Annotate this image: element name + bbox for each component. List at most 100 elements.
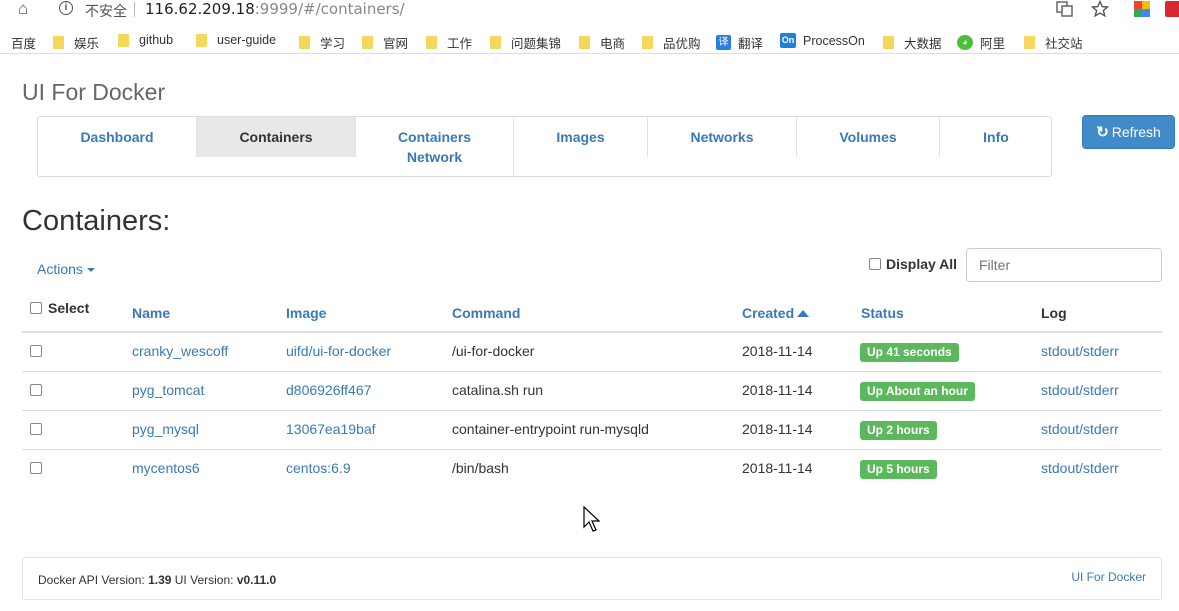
extension-icon[interactable] bbox=[1133, 0, 1151, 18]
divider bbox=[134, 2, 135, 17]
column-header-status[interactable]: Status bbox=[861, 305, 904, 321]
column-header-command[interactable]: Command bbox=[452, 305, 520, 321]
bookmark-item[interactable]: 社交站 bbox=[1024, 33, 1083, 52]
folder-icon bbox=[53, 36, 64, 49]
display-all-checkbox[interactable] bbox=[869, 258, 881, 270]
container-name-link[interactable]: pyg_tomcat bbox=[132, 382, 204, 398]
folder-icon bbox=[579, 36, 590, 49]
folder-icon bbox=[196, 33, 207, 47]
wechat-icon: ◕ bbox=[957, 35, 973, 50]
bookmark-item[interactable]: 娱乐 bbox=[53, 33, 99, 52]
tab-containers-network[interactable]: Containers Network bbox=[356, 117, 514, 177]
folder-icon bbox=[426, 36, 437, 49]
log-link[interactable]: stdout/stderr bbox=[1041, 382, 1119, 398]
status-badge: Up About an hour bbox=[860, 382, 975, 401]
bookmark-item[interactable]: 官网 bbox=[362, 33, 408, 52]
tab-info[interactable]: Info bbox=[940, 117, 1052, 157]
refresh-icon: ↻ bbox=[1096, 124, 1109, 141]
version-info: Docker API Version: 1.39 UI Version: v0.… bbox=[38, 573, 277, 587]
bookmark-item[interactable]: 电商 bbox=[579, 33, 625, 52]
row-divider bbox=[22, 449, 1162, 450]
command-cell: /bin/bash bbox=[452, 460, 509, 476]
command-cell: container-entrypoint run-mysqld bbox=[452, 421, 649, 437]
translate-icon[interactable] bbox=[1056, 0, 1074, 18]
command-cell: /ui-for-docker bbox=[452, 343, 535, 359]
security-label: 不安全 bbox=[85, 3, 127, 19]
info-icon[interactable]: i bbox=[59, 1, 73, 15]
image-link[interactable]: 13067ea19baf bbox=[286, 421, 376, 437]
bookmarks-bar: 百度 娱乐 github user-guide 学习 官网 工作 问题集锦 电商… bbox=[0, 30, 1179, 54]
column-header-name[interactable]: Name bbox=[132, 305, 170, 321]
image-link[interactable]: centos:6.9 bbox=[286, 460, 351, 476]
image-link[interactable]: d806926ff467 bbox=[286, 382, 371, 398]
star-icon[interactable] bbox=[1091, 0, 1109, 18]
footer: Docker API Version: 1.39 UI Version: v0.… bbox=[22, 557, 1162, 600]
created-cell: 2018-11-14 bbox=[742, 382, 813, 398]
url-field[interactable]: 116.62.209.18:9999/#/containers/ bbox=[145, 0, 405, 18]
sort-up-icon bbox=[797, 310, 810, 317]
folder-icon bbox=[362, 36, 373, 49]
select-all-header: Select bbox=[30, 300, 89, 316]
column-header-created[interactable]: Created bbox=[742, 305, 810, 321]
tab-dashboard[interactable]: Dashboard bbox=[38, 117, 197, 157]
page-title: Containers: bbox=[22, 205, 171, 237]
column-header-image[interactable]: Image bbox=[286, 305, 326, 321]
bookmark-item[interactable]: 工作 bbox=[426, 33, 472, 52]
status-badge: Up 41 seconds bbox=[860, 343, 959, 362]
folder-icon bbox=[299, 36, 310, 49]
row-checkbox[interactable] bbox=[30, 384, 42, 396]
log-link[interactable]: stdout/stderr bbox=[1041, 460, 1119, 476]
footer-link[interactable]: UI For Docker bbox=[1071, 570, 1146, 584]
ui-version: v0.11.0 bbox=[236, 573, 277, 587]
bookmark-item[interactable]: 百度 bbox=[11, 33, 36, 52]
processon-icon: On bbox=[780, 33, 796, 48]
bookmark-item[interactable]: 学习 bbox=[299, 33, 345, 52]
created-cell: 2018-11-14 bbox=[742, 421, 813, 437]
tab-containers[interactable]: Containers bbox=[197, 117, 356, 157]
refresh-button[interactable]: ↻ Refresh bbox=[1082, 115, 1175, 149]
bookmark-item[interactable]: On ProcessOn bbox=[780, 33, 865, 48]
bookmark-item[interactable]: 品优购 bbox=[642, 33, 701, 52]
caret-down-icon bbox=[86, 268, 95, 273]
bookmark-item[interactable]: 大数据 bbox=[883, 33, 942, 52]
extension-fe-icon[interactable] bbox=[1165, 0, 1179, 18]
tab-images[interactable]: Images bbox=[514, 117, 648, 157]
home-icon[interactable]: ⌂ bbox=[18, 0, 28, 18]
column-header-log: Log bbox=[1041, 305, 1067, 321]
status-badge: Up 2 hours bbox=[860, 421, 937, 440]
log-link[interactable]: stdout/stderr bbox=[1041, 343, 1119, 359]
created-cell: 2018-11-14 bbox=[742, 343, 813, 359]
bookmark-item[interactable]: ◕ 阿里 bbox=[957, 33, 1005, 52]
row-checkbox[interactable] bbox=[30, 462, 42, 474]
filter-input[interactable] bbox=[966, 248, 1162, 282]
log-link[interactable]: stdout/stderr bbox=[1041, 421, 1119, 437]
bookmark-item[interactable]: 问题集锦 bbox=[490, 33, 561, 52]
translate-bookmark-icon: 译 bbox=[716, 35, 731, 50]
bookmark-item[interactable]: user-guide bbox=[196, 33, 276, 47]
mouse-cursor-icon bbox=[583, 506, 600, 532]
folder-icon bbox=[883, 36, 894, 49]
image-link[interactable]: uifd/ui-for-docker bbox=[286, 343, 391, 359]
row-divider bbox=[22, 371, 1162, 372]
bookmark-item[interactable]: 译翻译 bbox=[716, 33, 763, 52]
status-badge: Up 5 hours bbox=[860, 460, 937, 479]
tab-volumes[interactable]: Volumes bbox=[797, 117, 940, 157]
url-path: :9999/#/containers/ bbox=[254, 0, 405, 18]
select-all-checkbox[interactable] bbox=[30, 302, 42, 314]
folder-icon bbox=[1024, 36, 1035, 49]
actions-dropdown[interactable]: Actions bbox=[37, 261, 95, 277]
row-checkbox[interactable] bbox=[30, 423, 42, 435]
folder-icon bbox=[642, 36, 653, 49]
row-checkbox[interactable] bbox=[30, 345, 42, 357]
created-cell: 2018-11-14 bbox=[742, 460, 813, 476]
container-name-link[interactable]: cranky_wescoff bbox=[132, 343, 228, 359]
tab-networks[interactable]: Networks bbox=[648, 117, 797, 157]
display-all-toggle[interactable]: Display All bbox=[869, 256, 957, 272]
container-name-link[interactable]: mycentos6 bbox=[132, 460, 200, 476]
folder-icon bbox=[118, 33, 129, 47]
api-version: 1.39 bbox=[148, 573, 172, 587]
container-name-link[interactable]: pyg_mysql bbox=[132, 421, 199, 437]
url-host: 116.62.209.18 bbox=[145, 0, 255, 18]
table-header-divider bbox=[22, 331, 1162, 333]
bookmark-item[interactable]: github bbox=[118, 33, 173, 47]
